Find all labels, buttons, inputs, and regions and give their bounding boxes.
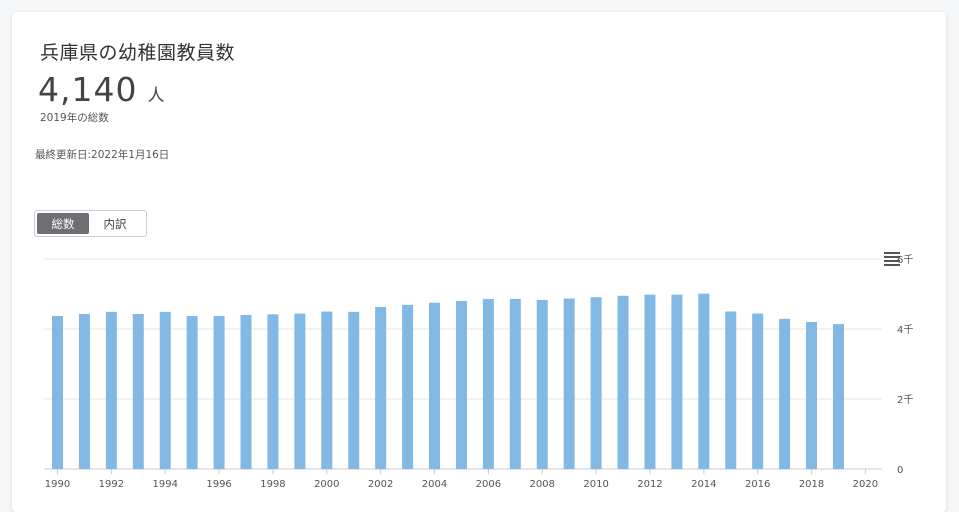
x-tick-label: 2002 <box>368 479 393 490</box>
bar <box>240 315 252 469</box>
x-tick-label: 2014 <box>691 479 716 490</box>
bar <box>725 311 737 469</box>
x-tick-label: 1990 <box>45 479 70 490</box>
bar <box>78 313 90 469</box>
bar <box>159 311 171 469</box>
bar <box>132 313 144 469</box>
x-tick-label: 1994 <box>152 479 177 490</box>
x-tick-label: 2016 <box>745 479 770 490</box>
bar <box>105 311 117 469</box>
x-tick-label: 2006 <box>476 479 501 490</box>
bar <box>644 294 656 469</box>
bar <box>186 316 198 469</box>
bar <box>563 298 575 469</box>
bar <box>429 302 441 469</box>
x-tick-label: 2010 <box>583 479 608 490</box>
bar <box>402 304 414 469</box>
x-tick-label: 1998 <box>260 479 285 490</box>
x-tick-label: 2012 <box>637 479 662 490</box>
x-tick-label: 2000 <box>314 479 339 490</box>
bar <box>52 316 63 469</box>
bar <box>455 301 467 469</box>
bar <box>375 306 387 469</box>
chart-menu-icon[interactable] <box>884 252 900 266</box>
bar <box>617 295 629 469</box>
bar-chart: 02千4千6千1990 1992 1994 1996 1998 2000 2002 2004 2… <box>44 254 913 490</box>
bar <box>590 297 602 469</box>
x-tick-label: 2020 <box>853 479 878 490</box>
x-tick-label: 2018 <box>799 479 824 490</box>
bar <box>348 311 360 469</box>
y-tick-label: 4千 <box>897 324 913 336</box>
bar <box>509 298 521 469</box>
x-tick-label: 2008 <box>530 479 555 490</box>
y-tick-label: 2千 <box>897 394 913 406</box>
x-tick-label: 1992 <box>99 479 124 490</box>
x-tick-label: 1996 <box>206 479 231 490</box>
bar <box>779 318 791 469</box>
bar <box>832 324 844 469</box>
y-tick-label: 0 <box>897 465 903 476</box>
bar <box>267 314 279 469</box>
x-tick-label: 2004 <box>422 479 447 490</box>
bar <box>321 311 333 469</box>
bar <box>698 293 710 469</box>
bar <box>482 298 494 469</box>
bar <box>752 313 764 469</box>
bar <box>213 316 225 469</box>
bar <box>536 299 548 469</box>
bar <box>806 322 818 469</box>
bar <box>294 313 306 469</box>
bar <box>671 294 683 469</box>
